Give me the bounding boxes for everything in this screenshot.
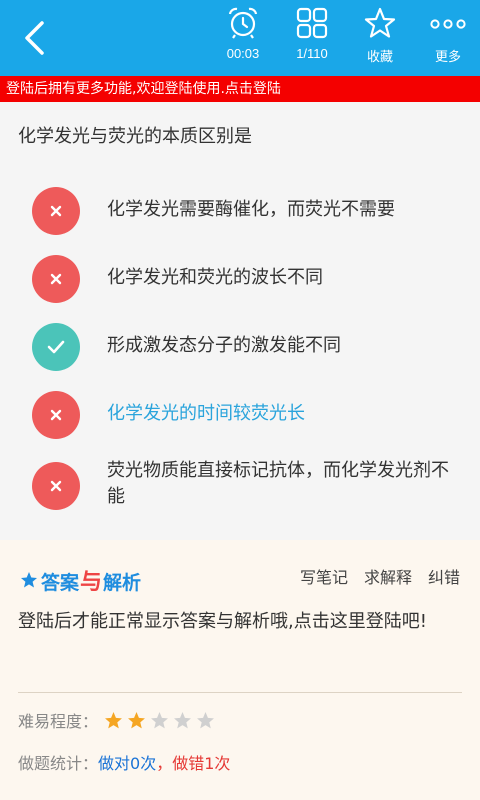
- wrong-mark-icon: [32, 255, 80, 303]
- back-arrow-icon: [25, 21, 44, 55]
- option-item[interactable]: 形成激发态分子的激发能不同: [0, 319, 480, 375]
- wrong-mark-icon: [32, 462, 80, 510]
- star-filled-icon: [21, 572, 37, 588]
- grid-icon: [296, 7, 328, 39]
- option-text-selected: 化学发光的时间较荧光长: [107, 403, 305, 424]
- star-filled-icon: [105, 711, 122, 728]
- option-item[interactable]: 化学发光和荧光的波长不同: [0, 251, 480, 307]
- more-label: 更多: [434, 50, 461, 65]
- top-toolbar: 00:03 1/110 收藏 更多: [0, 0, 480, 76]
- stats-row: 做题统计：做对0次，做错1次: [18, 750, 230, 774]
- write-note-button[interactable]: 写笔记: [300, 564, 348, 588]
- difficulty-stars: [104, 711, 215, 730]
- favorite-button[interactable]: 收藏: [345, 6, 415, 70]
- stats-right-count: 做对0次: [98, 754, 157, 773]
- back-button[interactable]: [10, 18, 58, 58]
- wrong-mark-icon: [32, 391, 80, 439]
- difficulty-label: 难易程度：: [18, 712, 99, 731]
- answer-logo-mid: 与: [80, 570, 103, 595]
- option-item[interactable]: 荧光物质能直接标记抗体，而化学发光剂不能: [0, 458, 480, 522]
- option-item[interactable]: 化学发光需要酶催化，而荧光不需要: [0, 183, 480, 239]
- progress-label: 1/110: [296, 46, 328, 61]
- more-dots-icon: [430, 19, 466, 29]
- stats-separator: ，: [156, 754, 173, 773]
- alarm-clock-icon: [228, 7, 258, 39]
- favorite-label: 收藏: [366, 50, 393, 65]
- timer-label: 00:03: [226, 46, 260, 61]
- star-filled-icon: [128, 711, 145, 728]
- option-text: 化学发光和荧光的波长不同: [107, 267, 323, 288]
- option-text: 荧光物质能直接标记抗体，而化学发光剂不能: [107, 460, 449, 507]
- progress-button[interactable]: 1/110: [277, 6, 347, 70]
- wrong-mark-icon: [32, 187, 80, 235]
- star-empty-icon: [174, 711, 191, 728]
- option-text: 形成激发态分子的激发能不同: [107, 335, 341, 356]
- ask-explanation-button[interactable]: 求解释: [364, 564, 412, 588]
- login-prompt-link[interactable]: 登陆后才能正常显示答案与解析哦,点击这里登陆吧!: [18, 606, 458, 638]
- answer-logo-left: 答案: [41, 572, 80, 594]
- timer-button[interactable]: 00:03: [208, 6, 278, 70]
- stats-label: 做题统计：: [18, 754, 99, 773]
- star-outline-icon: [364, 7, 396, 38]
- option-text: 化学发光需要酶催化，而荧光不需要: [107, 199, 395, 220]
- answer-logo-right: 解析: [103, 572, 142, 594]
- answer-analysis-logo: 答案与解析: [20, 564, 141, 596]
- answer-actions: 写笔记 求解释 纠错: [300, 564, 460, 588]
- stats-wrong-count: 做错1次: [172, 754, 231, 773]
- report-error-button[interactable]: 纠错: [428, 564, 460, 588]
- answer-logo-text: 答案与解析: [41, 564, 141, 596]
- star-empty-icon: [151, 711, 168, 728]
- divider: [18, 692, 462, 693]
- star-empty-icon: [197, 711, 214, 728]
- difficulty-row: 难易程度：: [18, 708, 215, 732]
- option-item[interactable]: 化学发光的时间较荧光长: [0, 387, 480, 443]
- login-notice-banner[interactable]: 登陆后拥有更多功能,欢迎登陆使用.点击登陆: [0, 76, 480, 102]
- check-mark-icon: [32, 323, 80, 371]
- more-button[interactable]: 更多: [413, 6, 480, 70]
- answer-panel: 答案与解析 写笔记 求解释 纠错 登陆后才能正常显示答案与解析哦,点击这里登陆吧…: [0, 540, 480, 800]
- question-text: 化学发光与荧光的本质区别是: [18, 126, 252, 147]
